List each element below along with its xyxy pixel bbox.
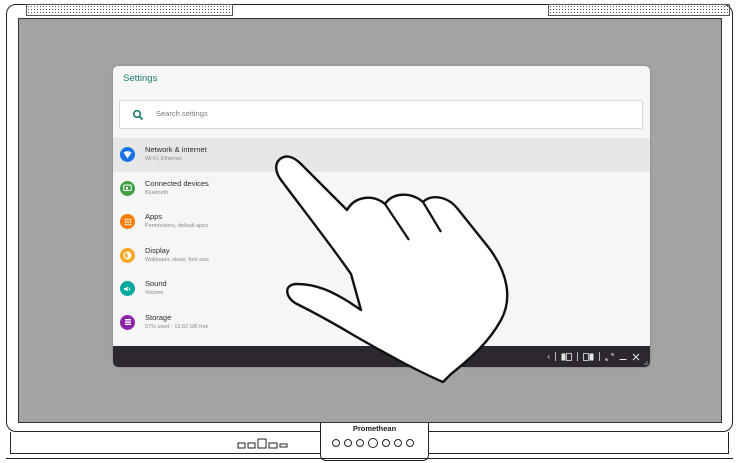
nav-divider <box>577 352 578 361</box>
back-icon[interactable]: ‹ <box>547 352 550 361</box>
item-subtitle: Volume <box>145 290 164 297</box>
sound-icon <box>120 281 135 297</box>
item-subtitle: 57% used - 13.62 GB free <box>145 323 209 330</box>
item-title: Sound <box>145 279 167 289</box>
nav-divider <box>599 352 600 361</box>
speaker-grille-right <box>548 4 730 16</box>
fullscreen-icon[interactable] <box>605 353 614 361</box>
split-left-icon[interactable] <box>561 352 572 361</box>
item-title: Display <box>145 245 170 255</box>
item-subtitle: Wi-Fi, Ethernet <box>145 156 182 162</box>
split-right-icon[interactable] <box>583 352 594 361</box>
front-button[interactable] <box>382 439 390 447</box>
display-icon <box>120 247 135 263</box>
io-ports-icon <box>237 438 288 449</box>
front-button[interactable] <box>356 439 364 447</box>
front-control-panel: Promethean <box>320 423 429 461</box>
item-title: Network & internet <box>145 145 207 154</box>
power-button[interactable] <box>368 438 378 448</box>
wifi-icon <box>120 147 135 162</box>
settings-title: Settings <box>123 73 158 84</box>
storage-icon <box>120 314 135 330</box>
speaker-grille-left <box>26 4 233 16</box>
search-icon <box>132 109 144 121</box>
front-button[interactable] <box>332 439 340 447</box>
front-buttons <box>332 438 414 448</box>
front-button[interactable] <box>344 439 352 447</box>
resize-grip-icon[interactable] <box>643 360 649 366</box>
devices-icon <box>120 180 135 196</box>
search-input[interactable]: Search settings <box>119 100 643 129</box>
close-icon[interactable] <box>632 353 640 361</box>
apps-icon <box>120 214 135 230</box>
brand-logo: Promethean <box>352 424 397 433</box>
item-subtitle: Wallpaper, sleep, font size <box>145 256 209 263</box>
item-subtitle: Bluetooth <box>145 189 169 196</box>
item-subtitle: Permissions, default apps <box>145 223 208 230</box>
monitor-stand-line <box>6 458 733 459</box>
nav-divider <box>555 352 556 361</box>
item-title: Connected devices <box>145 178 209 188</box>
front-button[interactable] <box>406 439 414 447</box>
minimize-icon[interactable] <box>619 353 627 361</box>
hand-pointer-icon <box>275 155 509 384</box>
search-placeholder: Search settings <box>156 109 208 118</box>
item-title: Apps <box>145 212 163 222</box>
front-button[interactable] <box>394 439 402 447</box>
item-title: Storage <box>145 312 172 322</box>
